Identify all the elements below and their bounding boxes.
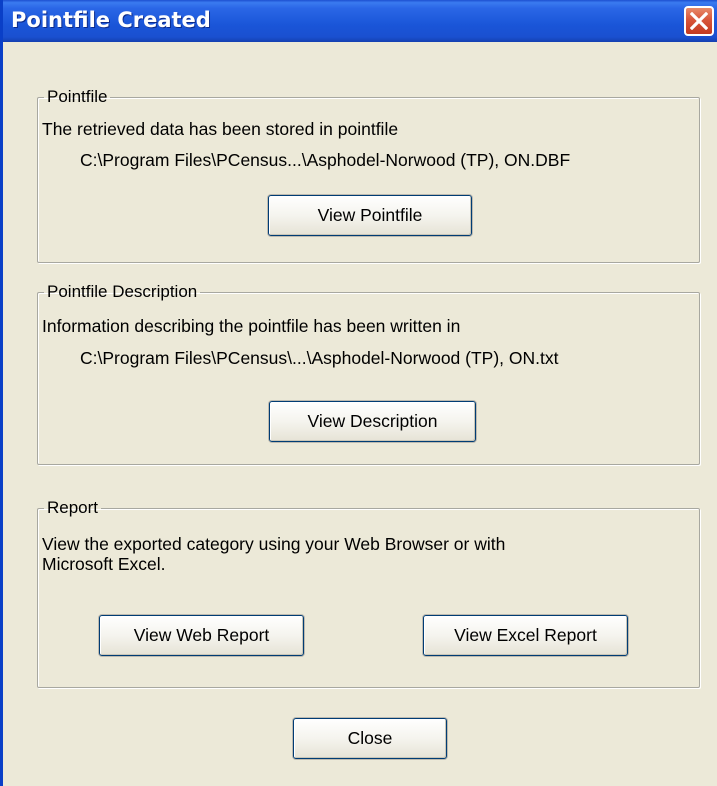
pointfile-description-group-legend: Pointfile Description [47,282,198,301]
report-group: Report [37,499,700,688]
pointfile-path-text: C:\Program Files\PCensus...\Asphodel-Nor… [80,150,571,170]
view-excel-report-button[interactable]: View Excel Report [423,615,628,656]
title-bar[interactable]: Pointfile Created [3,0,717,42]
close-icon [690,12,708,30]
report-description-line1: View the exported category using your We… [42,534,506,554]
report-group-legend: Report [47,498,99,517]
dialog-window: Pointfile Created Pointfile The retrieve… [0,0,717,786]
pointfile-group: Pointfile [37,88,700,263]
window-title: Pointfile Created [11,8,211,32]
pointfile-description-text: The retrieved data has been stored in po… [42,119,399,139]
pointfile-group-legend: Pointfile [47,87,108,106]
window-close-button[interactable] [684,6,714,36]
report-description-line2: Microsoft Excel. [42,554,166,574]
view-description-button[interactable]: View Description [269,401,476,442]
description-info-text: Information describing the pointfile has… [42,316,461,336]
close-button[interactable]: Close [293,718,447,759]
view-pointfile-button[interactable]: View Pointfile [268,195,472,236]
description-path-text: C:\Program Files\PCensus\...\Asphodel-No… [80,348,559,368]
view-web-report-button[interactable]: View Web Report [99,615,304,656]
